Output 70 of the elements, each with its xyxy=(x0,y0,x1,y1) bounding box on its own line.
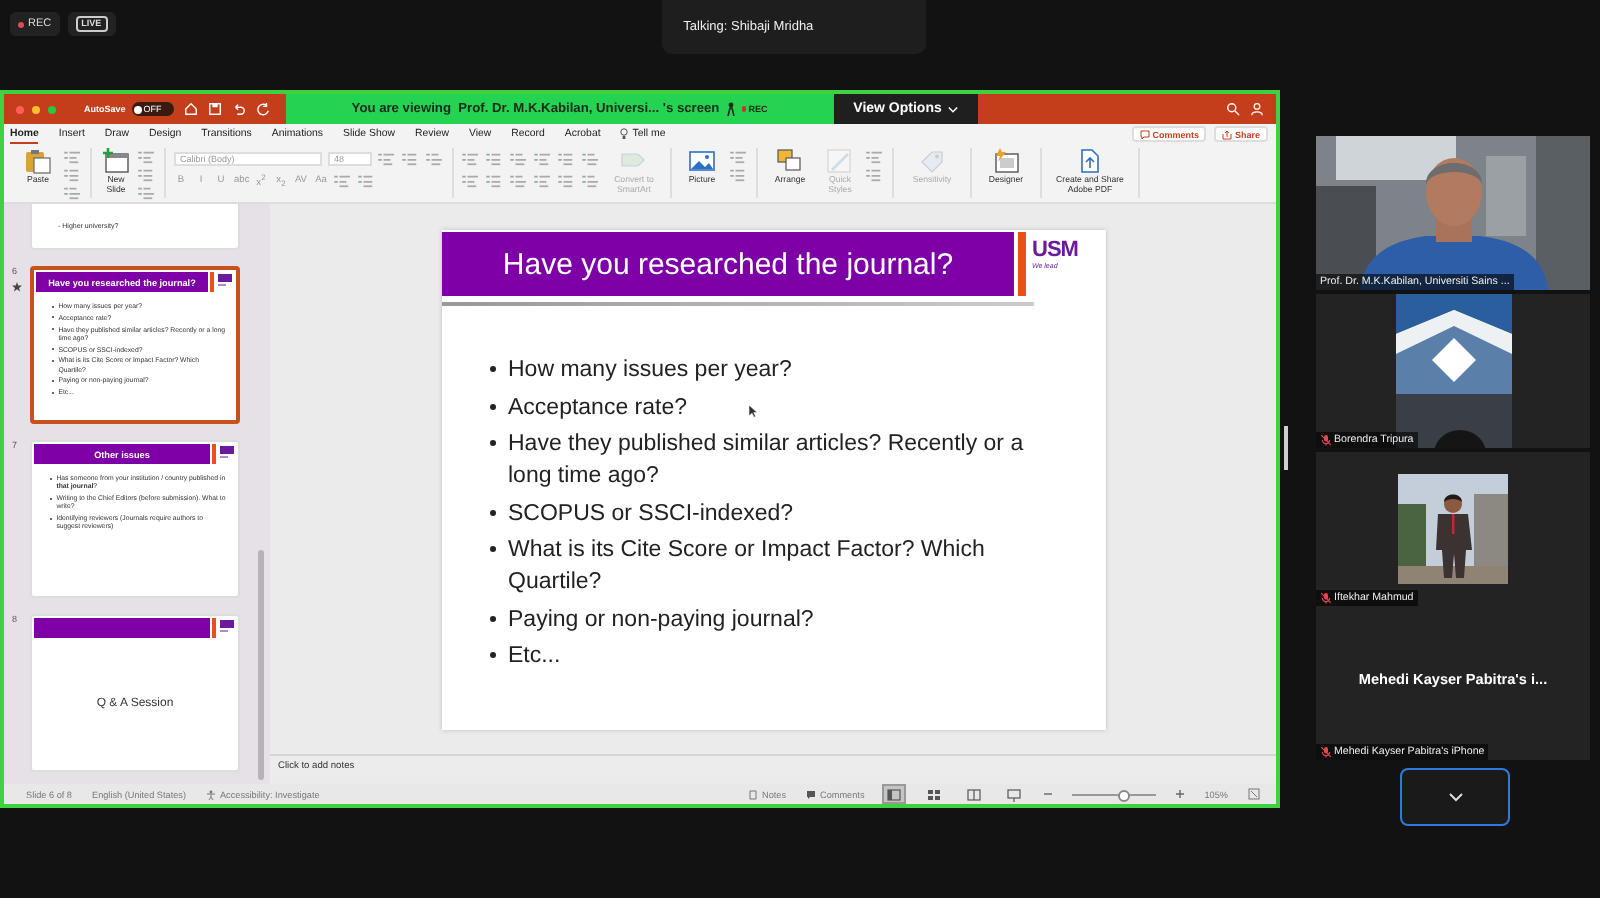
accent-stripe xyxy=(1018,232,1026,296)
view-icon xyxy=(886,787,903,801)
bullet-text: Acceptance rate? xyxy=(508,393,688,423)
close-button[interactable] xyxy=(16,105,24,113)
account-icon[interactable] xyxy=(1250,102,1264,116)
slide-title: Have you researched the journal? xyxy=(442,232,1014,296)
notes-icon xyxy=(748,789,759,799)
bullet-dot xyxy=(490,403,496,409)
cursor-icon xyxy=(748,404,758,418)
share-icon xyxy=(1222,129,1233,139)
bullet-text: Etc... xyxy=(508,642,561,672)
bullet-text: How many issues per year? xyxy=(508,356,792,386)
redo-icon[interactable] xyxy=(255,102,270,116)
search-icon[interactable] xyxy=(1226,102,1240,116)
zoom-out-icon[interactable] xyxy=(1044,790,1053,798)
bullets-icon[interactable] xyxy=(462,152,480,166)
person-icon xyxy=(725,102,736,116)
comment-icon xyxy=(806,789,817,799)
bullet-text: SCOPUS or SSCI-indexed? xyxy=(508,499,794,529)
logo-text: USM xyxy=(1032,240,1080,262)
logo-icon xyxy=(218,444,236,460)
zoom-button[interactable] xyxy=(48,105,56,113)
bullet-dot xyxy=(490,546,496,552)
lightbulb-icon xyxy=(620,128,629,140)
save-icon[interactable] xyxy=(207,102,222,116)
minimize-button[interactable] xyxy=(32,105,40,113)
view-icon xyxy=(926,787,943,801)
logo-icon xyxy=(216,272,234,288)
fit-to-window-icon[interactable] xyxy=(1248,788,1260,800)
view-icon xyxy=(1006,787,1023,801)
line-spacing-icon[interactable] xyxy=(558,152,576,166)
align-left-icon[interactable] xyxy=(462,174,480,188)
sensitivity-icon xyxy=(918,148,946,174)
home-icon[interactable] xyxy=(183,102,198,116)
align-center-icon[interactable] xyxy=(486,174,504,188)
slide-thumbnail[interactable] xyxy=(30,266,240,424)
view-button[interactable] xyxy=(964,786,985,802)
comment-icon xyxy=(1140,129,1151,139)
accessibility-icon xyxy=(205,789,216,799)
numbering-icon[interactable] xyxy=(486,152,504,166)
bullet-text: What is its Cite Score or Impact Factor? Which Quartile? xyxy=(508,536,987,598)
undo-icon[interactable] xyxy=(231,102,246,116)
increase-indent-icon[interactable] xyxy=(534,152,552,166)
align-right-icon[interactable] xyxy=(510,174,528,188)
bullet-dot xyxy=(490,509,496,515)
view-button[interactable] xyxy=(924,786,945,802)
logo-icon xyxy=(218,618,236,634)
scroll-indicator xyxy=(1284,426,1288,470)
justify-icon[interactable] xyxy=(534,174,552,188)
bullet-text: Paying or non-paying journal? xyxy=(508,605,814,635)
chevron-down-icon xyxy=(1447,792,1463,802)
accent-stripe xyxy=(212,444,216,464)
bullet-dot xyxy=(490,615,496,621)
view-button[interactable] xyxy=(884,786,905,802)
bullet-dot xyxy=(490,440,496,446)
view-button[interactable] xyxy=(1004,786,1025,802)
align-text-icon[interactable] xyxy=(582,174,600,188)
view-icon xyxy=(966,787,983,801)
zoom-in-icon[interactable] xyxy=(1176,790,1185,798)
accent-stripe xyxy=(212,618,216,638)
chevron-down-icon xyxy=(947,105,958,113)
accent-stripe xyxy=(210,272,214,292)
quick-styles-icon xyxy=(826,148,854,174)
bullet-dot xyxy=(490,652,496,658)
bullet-dot xyxy=(490,366,496,372)
scroll-down-button[interactable] xyxy=(1400,768,1510,826)
decrease-indent-icon[interactable] xyxy=(510,152,528,166)
scrollbar[interactable] xyxy=(258,550,264,780)
bullet-text: Have they published similar articles? Recently or a long time ago? xyxy=(508,430,1026,492)
slider-thumb[interactable] xyxy=(1118,789,1131,801)
